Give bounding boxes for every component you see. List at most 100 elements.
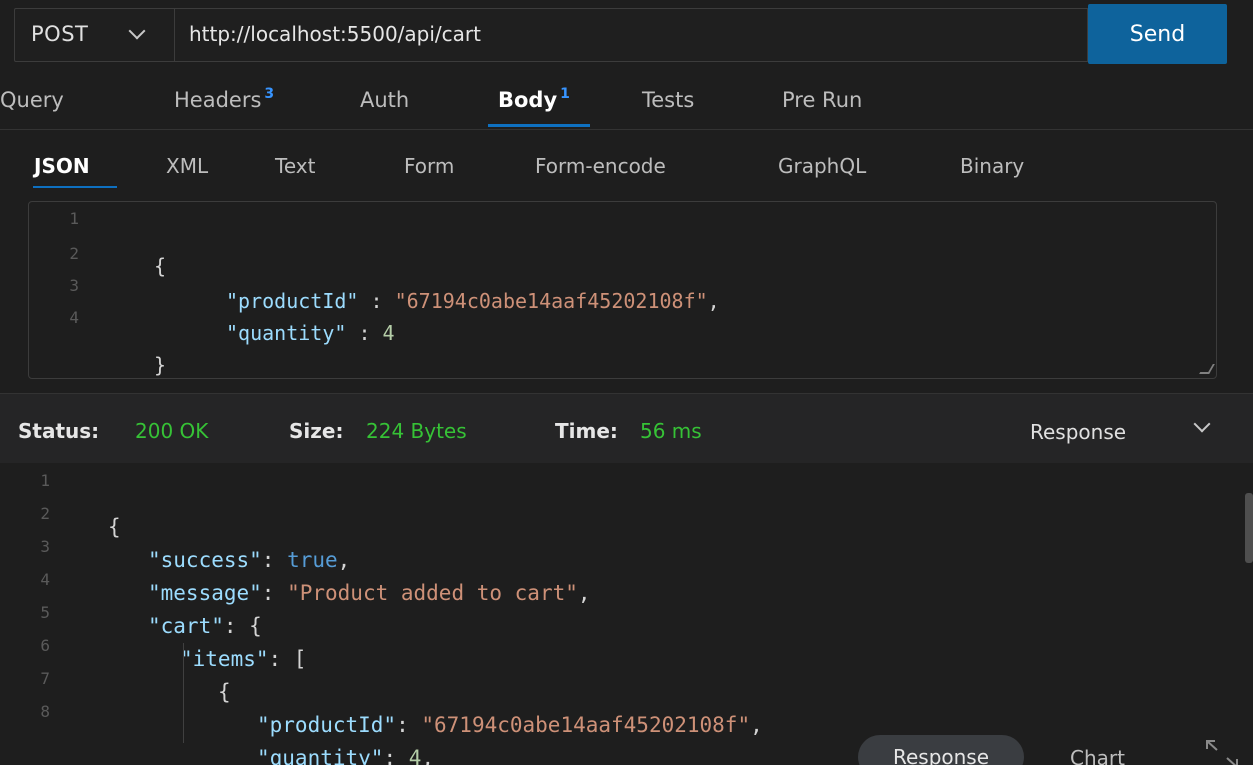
tab-xml[interactable]: XML [166, 154, 208, 178]
response-scrollbar[interactable] [1245, 493, 1253, 563]
status-label: Status: [18, 419, 100, 443]
line-number: 1 [69, 209, 79, 228]
line-number: 3 [40, 537, 50, 556]
tab-form-encode[interactable]: Form-encode [535, 154, 666, 178]
json-punct: : [261, 581, 288, 605]
editor-line: 3 "quantity" : 4 [29, 273, 394, 345]
response-line: 8 "quantity": 4, [0, 698, 434, 765]
json-punct: , [750, 713, 763, 737]
json-punct: , [421, 746, 435, 765]
tab-text[interactable]: Text [275, 154, 315, 178]
json-key: "cart" [148, 614, 224, 638]
request-bar: POST http://localhost:5500/api/cart Send [0, 0, 1253, 70]
resize-handle-icon[interactable] [1199, 364, 1215, 374]
line-number: 2 [40, 504, 50, 523]
response-line: 7 "productId": "67194c0abe14aaf45202108f… [0, 665, 762, 737]
response-line: 1 { [0, 467, 120, 539]
line-number: 4 [40, 570, 50, 589]
response-viewer[interactable]: 1 { 2 "success": true, 3 "message": "Pro… [0, 463, 1253, 765]
response-line: 3 "message": "Product added to cart", [0, 533, 590, 605]
tab-graphql[interactable]: GraphQL [778, 154, 866, 178]
response-code: { [108, 515, 121, 539]
json-key: "productId" [226, 289, 359, 313]
json-body-editor[interactable]: 1 { 2 "productId" : "67194c0abe14aaf4520… [28, 201, 1217, 379]
line-number: 1 [40, 471, 50, 490]
tab-query[interactable]: Query [0, 88, 64, 112]
tab-auth[interactable]: Auth [360, 88, 409, 112]
view-response-button[interactable]: Response [858, 735, 1024, 765]
json-punct: : [ [268, 647, 307, 671]
view-chart-button[interactable]: Chart [1070, 746, 1125, 765]
response-status-bar: Status: 200 OK Size: 224 Bytes Time: 56 … [0, 393, 1253, 463]
body-type-tabs: JSON XML Text Form Form-encode GraphQL B… [0, 130, 1253, 196]
tab-tests[interactable]: Tests [642, 88, 694, 112]
response-code: { [218, 680, 231, 704]
json-key: "productId" [257, 713, 397, 737]
time-value: 56 ms [640, 419, 702, 443]
headers-count-badge: 3 [264, 86, 275, 102]
json-string: "Product added to cart" [287, 581, 578, 605]
line-number: 7 [40, 669, 50, 688]
json-punct: , [577, 581, 591, 605]
editor-code: "productId" : "67194c0abe14aaf45202108f"… [226, 289, 720, 313]
request-tabs: Query Headers 3 Auth Body 1 Tests Pre Run [0, 70, 1253, 130]
json-punct: : [261, 548, 288, 572]
editor-code: { [154, 254, 167, 278]
json-string: "67194c0abe14aaf45202108f" [394, 289, 708, 313]
json-number: 4 [382, 321, 395, 345]
active-body-tab-indicator [33, 186, 117, 188]
size-value: 224 Bytes [366, 419, 467, 443]
line-number: 4 [69, 308, 79, 327]
size-label: Size: [289, 419, 344, 443]
editor-line: 4 } [29, 305, 166, 377]
chevron-down-icon[interactable] [128, 22, 146, 40]
editor-line: 1 { [29, 206, 166, 278]
response-line: 6 { [0, 632, 230, 704]
json-key: "quantity" [226, 321, 347, 345]
response-code: "productId": "67194c0abe14aaf45202108f", [257, 713, 763, 737]
json-key: "quantity" [257, 746, 384, 765]
json-punct: : [396, 713, 422, 737]
response-code: "message": "Product added to cart", [148, 581, 591, 605]
json-key: "success" [148, 548, 262, 572]
json-punct: , [337, 548, 351, 572]
line-number: 6 [40, 636, 50, 655]
json-number: 4 [408, 746, 422, 765]
response-view-select[interactable]: Response [1030, 420, 1126, 444]
line-number: 5 [40, 603, 50, 622]
url-input[interactable]: http://localhost:5500/api/cart [174, 8, 1088, 62]
response-line: 5 "items": [ [0, 599, 306, 671]
json-boolean: true [287, 548, 338, 572]
editor-line: 2 "productId" : "67194c0abe14aaf45202108… [29, 241, 719, 313]
json-punct: : [383, 746, 409, 765]
expand-icon[interactable] [1205, 739, 1239, 765]
chevron-down-icon[interactable] [1193, 415, 1211, 433]
line-number: 2 [69, 244, 79, 263]
indent-guide [183, 643, 184, 743]
editor-code: } [154, 353, 167, 377]
url-text[interactable]: http://localhost:5500/api/cart [189, 22, 481, 46]
response-code: "quantity": 4, [257, 746, 434, 765]
response-line: 2 "success": true, [0, 500, 350, 572]
json-punct: : [346, 321, 383, 345]
send-button[interactable]: Send [1088, 4, 1227, 64]
tab-body[interactable]: Body 1 [498, 86, 570, 112]
status-value: 200 OK [135, 419, 209, 443]
body-count-badge: 1 [560, 86, 570, 102]
time-label: Time: [555, 419, 618, 443]
editor-code: "quantity" : 4 [226, 321, 395, 345]
method-select[interactable]: POST [14, 8, 174, 62]
tab-binary[interactable]: Binary [960, 154, 1024, 178]
response-code: "cart": { [148, 614, 262, 638]
tab-json[interactable]: JSON [34, 154, 90, 178]
json-string: "67194c0abe14aaf45202108f" [421, 713, 751, 737]
tab-headers[interactable]: Headers 3 [174, 86, 275, 112]
json-punct: , [707, 289, 720, 313]
json-key: "message" [148, 581, 262, 605]
response-code: "items": [ [180, 647, 306, 671]
line-number: 8 [40, 702, 50, 721]
json-key: "items" [180, 647, 269, 671]
tab-pre-run[interactable]: Pre Run [782, 88, 862, 112]
json-punct: : { [223, 614, 262, 638]
tab-form[interactable]: Form [404, 154, 454, 178]
